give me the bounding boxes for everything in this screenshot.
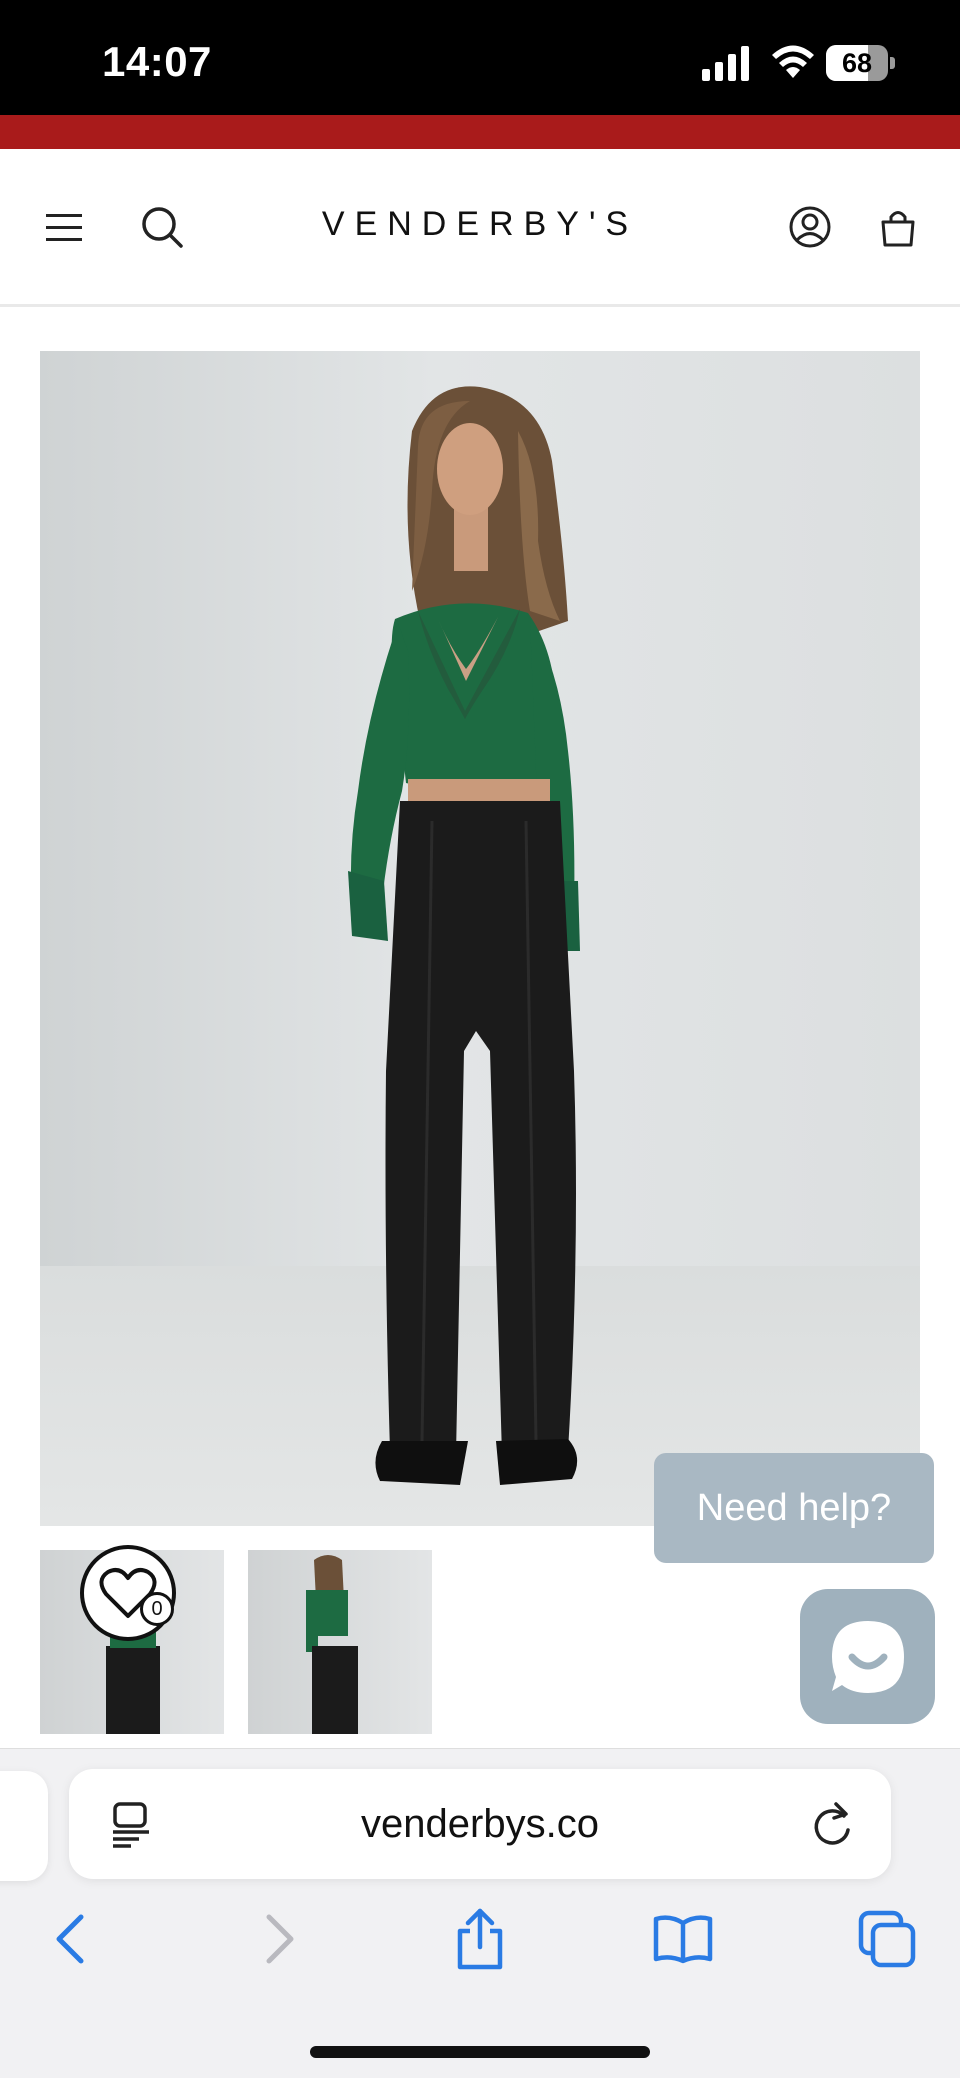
chat-button[interactable] xyxy=(800,1589,935,1724)
promo-bar xyxy=(0,115,960,149)
thumbnail-back-image xyxy=(306,1555,358,1734)
browser-toolbar: venderbys.co xyxy=(0,1748,960,2078)
thumbnail-back[interactable] xyxy=(248,1550,432,1734)
forward-icon xyxy=(266,1914,294,1964)
bookmarks-icon xyxy=(653,1915,713,1964)
bookmarks-button[interactable] xyxy=(648,1904,718,1974)
wishlist-count-badge: 0 xyxy=(140,1592,174,1626)
tabs-icon xyxy=(858,1910,916,1968)
cart-button[interactable] xyxy=(868,197,928,257)
site-header: VENDERBY'S xyxy=(0,149,960,307)
wifi-icon xyxy=(772,45,814,78)
battery-level: 68 xyxy=(841,48,873,78)
reload-icon[interactable] xyxy=(810,1800,854,1848)
battery-indicator: 68 xyxy=(826,45,896,81)
product-main-image[interactable] xyxy=(40,351,920,1526)
previous-tab-peek[interactable] xyxy=(0,1771,48,1881)
tabs-button[interactable] xyxy=(852,1904,922,1974)
account-button[interactable] xyxy=(780,197,840,257)
share-icon xyxy=(457,1908,503,1970)
need-help-bubble[interactable]: Need help? xyxy=(654,1453,934,1563)
home-indicator[interactable] xyxy=(310,2046,650,2058)
battery-body: 68 xyxy=(826,45,888,81)
battery-nub xyxy=(890,57,895,69)
back-icon xyxy=(56,1914,84,1964)
status-time: 14:07 xyxy=(102,38,212,85)
cellular-signal-icon xyxy=(702,46,749,81)
chat-smile-icon xyxy=(831,1620,904,1693)
account-icon xyxy=(789,206,831,248)
share-button[interactable] xyxy=(445,1904,515,1974)
status-bar: 14:07 68 xyxy=(0,0,960,115)
forward-button[interactable] xyxy=(244,1904,314,1974)
address-bar[interactable]: venderbys.co xyxy=(69,1769,891,1879)
back-button[interactable] xyxy=(36,1904,106,1974)
model-figure xyxy=(348,386,580,1485)
url-text[interactable]: venderbys.co xyxy=(69,1769,891,1879)
cart-icon xyxy=(881,211,915,247)
